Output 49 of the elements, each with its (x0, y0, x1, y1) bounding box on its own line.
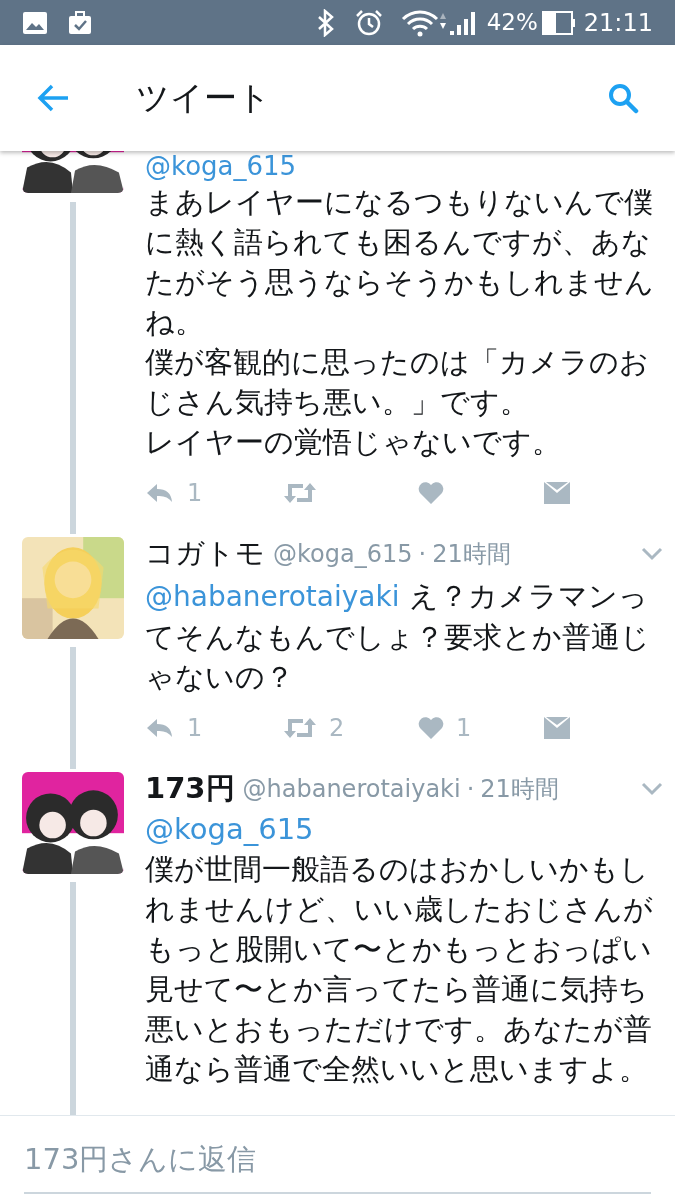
page-title: ツイート (136, 77, 271, 120)
tweet-text: レイヤーの覚悟じゃないです。 (145, 424, 562, 461)
retweet-button[interactable]: 2 (283, 710, 418, 746)
heart-icon (418, 716, 444, 740)
direct-message-button[interactable] (543, 716, 571, 740)
reply-count: 1 (187, 713, 203, 744)
envelope-icon (543, 716, 571, 740)
envelope-icon (543, 481, 571, 505)
separator: · (418, 539, 427, 570)
tweet-time: 21時間 (480, 774, 559, 805)
reply-icon (145, 482, 175, 504)
image-icon (22, 10, 48, 35)
user-handle: @koga_615 (273, 539, 413, 570)
chevron-down-icon[interactable] (641, 547, 663, 561)
alarm-clock-icon (354, 8, 383, 37)
back-arrow-icon[interactable] (36, 83, 70, 113)
user-name: コガトモ (145, 535, 265, 573)
retweet-icon (283, 481, 317, 505)
heart-icon (418, 481, 444, 505)
tweet-text: 僕が客観的に思ったのは「カメラのおじさん気持ち悪い。」です。 (145, 344, 650, 421)
tweet-text: 僕が世間一般語るのはおかしいかもしれませんけど、いい歳したおじさんがもっと股開いて〜とかもっとおっぱい見せて〜とか言ってたら普通に気持ち悪いとおもっただけです。あなたが普通なら普通で全然いいと思いますよ。 (145, 851, 654, 1088)
battery-percent: 42% (486, 8, 538, 38)
separator: · (466, 774, 475, 805)
like-count: 1 (456, 713, 472, 744)
tweet-text: @habanerotaiyaki え？カメラマンってそんなもんでしょ？要求とか普通じゃないの？ (145, 578, 651, 696)
retweet-count: 2 (329, 713, 345, 744)
reply-button[interactable]: 1 (145, 475, 283, 511)
reply-icon (145, 717, 175, 739)
user-name: 173円 (145, 770, 235, 808)
clock-time: 21:11 (583, 7, 653, 39)
reply-input: 173円さんに返信 (24, 1138, 651, 1182)
retweet-icon (283, 716, 317, 740)
tweet-text: まあレイヤーになるつもりないんで僕に熱く語られても困るんですが、あなたがそう思うならそうかもしれませんね。 (145, 184, 655, 341)
reply-button[interactable]: 1 (145, 710, 283, 746)
briefcase-check-icon (66, 9, 94, 36)
wifi-icon (400, 8, 447, 37)
direct-message-button[interactable] (543, 481, 571, 505)
search-icon[interactable] (607, 82, 639, 114)
bluetooth-icon (316, 8, 335, 37)
tweet-time: 21時間 (432, 539, 511, 570)
reply-field[interactable]: 173円さんに返信 (24, 1138, 651, 1194)
battery-icon (541, 10, 576, 35)
mention-link[interactable]: @habanerotaiyaki (145, 580, 400, 613)
like-button[interactable]: 1 (418, 710, 543, 746)
user-handle: @habanerotaiyaki (242, 774, 461, 805)
reply-count: 1 (187, 478, 203, 509)
chevron-down-icon[interactable] (641, 782, 663, 796)
mention-link[interactable]: @koga_615 (145, 151, 297, 181)
mention-link[interactable]: @koga_615 (145, 809, 314, 849)
